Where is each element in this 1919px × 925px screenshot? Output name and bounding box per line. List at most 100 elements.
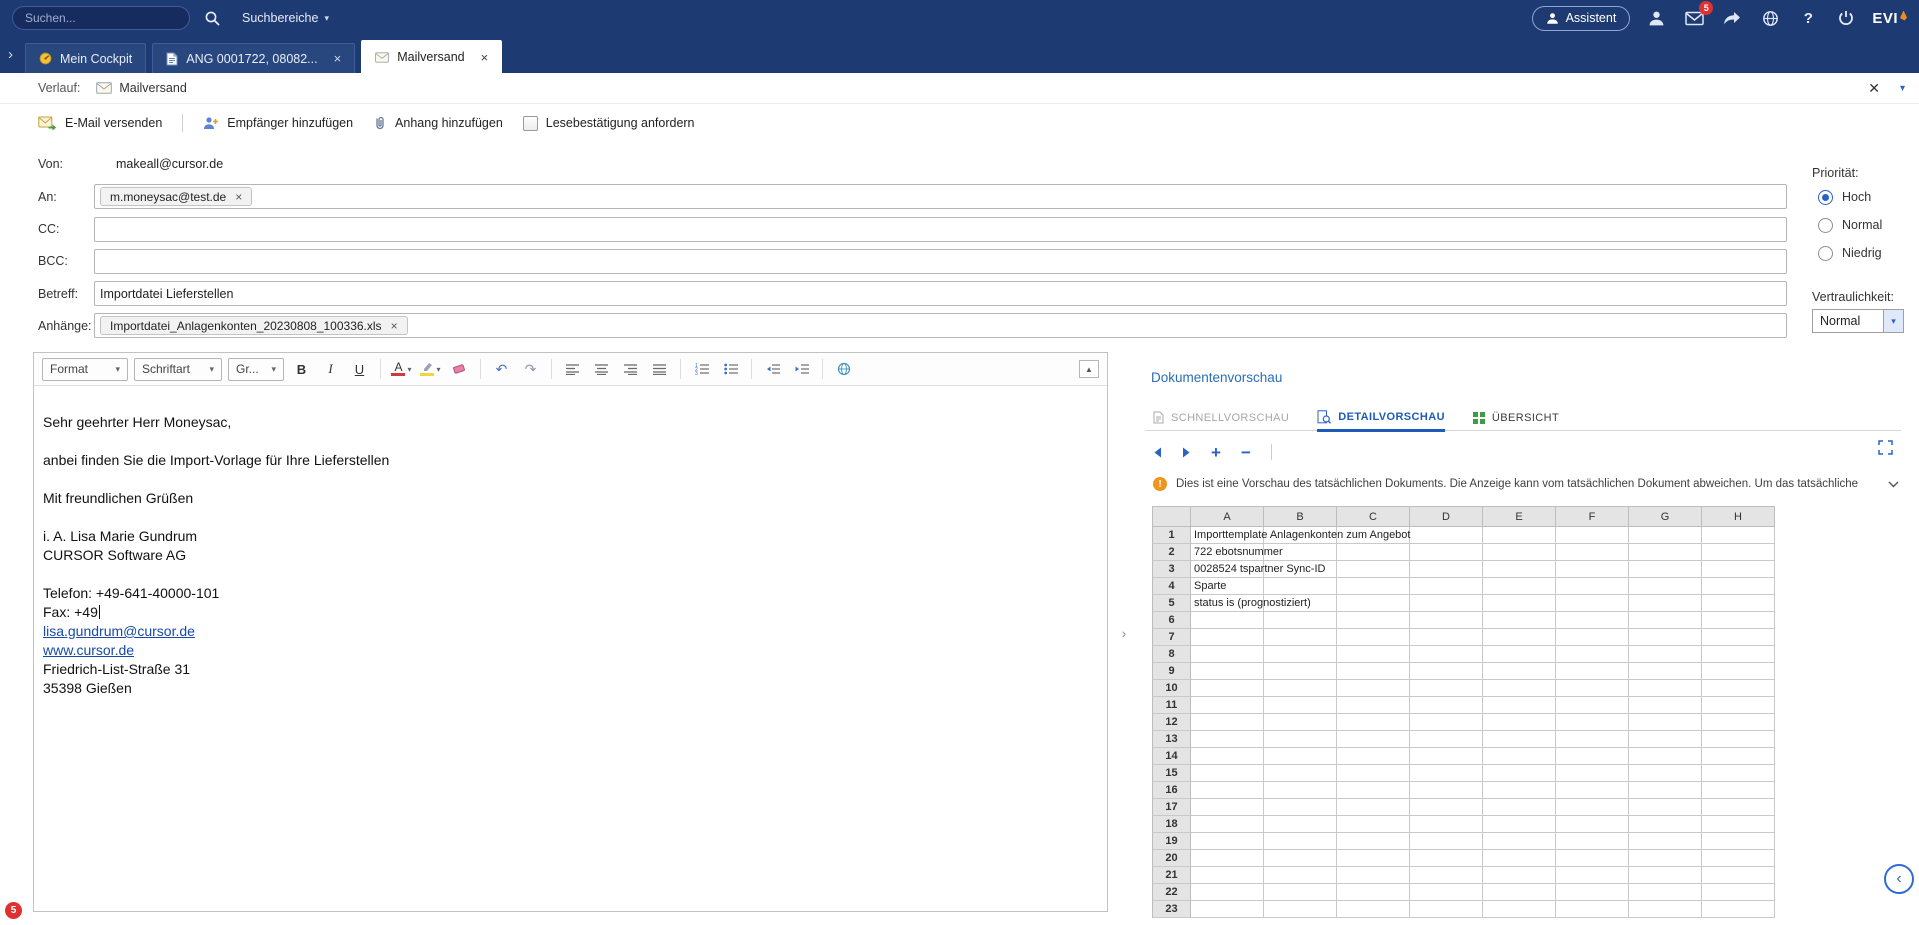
indent-button[interactable] bbox=[790, 358, 813, 380]
bcc-label: BCC: bbox=[38, 254, 68, 268]
subject-field[interactable] bbox=[94, 281, 1787, 306]
size-select[interactable]: Gr...▾ bbox=[228, 358, 284, 381]
sheet-cell bbox=[1556, 561, 1629, 578]
collapse-sidebar-button[interactable]: ‹ bbox=[1884, 864, 1914, 894]
sheet-cell bbox=[1629, 561, 1702, 578]
redo-button[interactable]: ↷ bbox=[519, 358, 542, 380]
cc-field[interactable] bbox=[94, 217, 1787, 242]
history-item[interactable]: Mailversand bbox=[96, 81, 186, 95]
tab-detailvorschau[interactable]: DETAILVORSCHAU bbox=[1317, 410, 1445, 432]
row-header: 17 bbox=[1153, 799, 1191, 816]
sheet-row: 14 bbox=[1153, 748, 1775, 765]
priority-option-hoch[interactable]: Hoch bbox=[1818, 188, 1882, 206]
priority-option-normal[interactable]: Normal bbox=[1818, 216, 1882, 234]
justify-button[interactable] bbox=[648, 358, 671, 380]
link[interactable]: lisa.gundrum@cursor.de bbox=[43, 623, 195, 639]
expand-warning-button[interactable] bbox=[1888, 481, 1899, 488]
to-field[interactable]: m.moneysac@test.de × bbox=[94, 184, 1787, 209]
add-attachment-button[interactable]: Anhang hinzufügen bbox=[373, 116, 503, 131]
sheet-cell bbox=[1410, 833, 1483, 850]
italic-button[interactable]: I bbox=[319, 358, 342, 380]
tab-schnellvorschau[interactable]: SCHNELLVORSCHAU bbox=[1153, 411, 1289, 432]
power-icon[interactable] bbox=[1834, 6, 1858, 30]
tab-angebot[interactable]: ANG 0001722, 08082... × bbox=[152, 43, 355, 73]
notifications-badge[interactable]: 5 bbox=[5, 902, 22, 919]
remove-chip-icon[interactable]: × bbox=[235, 190, 242, 204]
read-receipt-toggle[interactable]: Lesebestätigung anfordern bbox=[523, 116, 695, 131]
close-icon[interactable]: ✕ bbox=[1868, 80, 1880, 97]
align-right-button[interactable] bbox=[619, 358, 642, 380]
tab-mein-cockpit[interactable]: Mein Cockpit bbox=[25, 43, 146, 73]
remove-chip-icon[interactable]: × bbox=[391, 319, 398, 333]
sheet-cell bbox=[1483, 544, 1556, 561]
priority-option-niedrig[interactable]: Niedrig bbox=[1818, 244, 1882, 262]
editor-line: 35398 Gießen bbox=[43, 679, 1095, 698]
outdent-button[interactable] bbox=[761, 358, 784, 380]
contacts-icon[interactable] bbox=[1644, 6, 1668, 30]
sheet-cell bbox=[1556, 714, 1629, 731]
mail-icon[interactable]: 5 bbox=[1682, 6, 1706, 30]
assistant-button[interactable]: Assistent bbox=[1532, 6, 1631, 31]
remove-format-button[interactable] bbox=[448, 358, 471, 380]
eraser-icon bbox=[452, 363, 467, 375]
sheet-cell bbox=[1483, 663, 1556, 680]
email-body-text[interactable]: Sehr geehrter Herr Moneysac,anbei finden… bbox=[34, 386, 1107, 911]
close-tab-icon[interactable]: × bbox=[481, 50, 489, 65]
align-left-button[interactable] bbox=[561, 358, 584, 380]
sheet-cell bbox=[1264, 714, 1337, 731]
sheet-row: 4Sparte bbox=[1153, 578, 1775, 595]
font-select[interactable]: Schriftart▾ bbox=[134, 358, 222, 381]
confidentiality-value: Normal bbox=[1813, 314, 1883, 328]
topbar-right: Assistent 5 ? EVI bbox=[1532, 6, 1907, 31]
chevron-down-icon[interactable]: ▾ bbox=[1883, 310, 1903, 332]
search-scope-dropdown[interactable]: Suchbereiche ▾ bbox=[242, 11, 329, 25]
sheet-cell bbox=[1702, 612, 1775, 629]
sheet-cell bbox=[1410, 748, 1483, 765]
envelope-icon bbox=[375, 52, 389, 63]
format-select[interactable]: Format▾ bbox=[42, 358, 128, 381]
expand-panel-icon[interactable]: › bbox=[8, 46, 13, 63]
row-header: 21 bbox=[1153, 867, 1191, 884]
text-color-button[interactable]: A ▾ bbox=[390, 358, 413, 380]
fullscreen-button[interactable] bbox=[1878, 440, 1893, 455]
ordered-list-button[interactable]: ​123 bbox=[690, 358, 713, 380]
splitter-handle[interactable]: › bbox=[1117, 620, 1131, 646]
tab-mailversand[interactable]: Mailversand × bbox=[361, 40, 502, 73]
align-left-icon bbox=[566, 364, 579, 375]
tab-uebersicht[interactable]: ÜBERSICHT bbox=[1473, 412, 1559, 432]
help-icon[interactable]: ? bbox=[1796, 6, 1820, 30]
search-input[interactable] bbox=[12, 6, 190, 30]
bold-button[interactable]: B bbox=[290, 358, 313, 380]
sheet-cell bbox=[1629, 697, 1702, 714]
globe-icon[interactable] bbox=[1758, 6, 1782, 30]
align-center-button[interactable] bbox=[590, 358, 613, 380]
zoom-in-button[interactable]: + bbox=[1211, 444, 1221, 461]
row-header: 8 bbox=[1153, 646, 1191, 663]
insert-link-button[interactable] bbox=[832, 358, 855, 380]
confidentiality-select[interactable]: Normal ▾ bbox=[1812, 309, 1904, 333]
link[interactable]: www.cursor.de bbox=[43, 642, 134, 658]
bcc-field[interactable] bbox=[94, 249, 1787, 274]
undo-button[interactable]: ↶ bbox=[490, 358, 513, 380]
attachments-field[interactable]: Importdatei_Anlagenkonten_20230808_10033… bbox=[94, 313, 1787, 338]
sheet-cell bbox=[1337, 612, 1410, 629]
fullscreen-icon bbox=[1878, 440, 1893, 455]
underline-button[interactable]: U bbox=[348, 358, 371, 380]
send-email-button[interactable]: E-Mail versenden bbox=[38, 116, 162, 131]
search-scope-label: Suchbereiche bbox=[242, 11, 318, 25]
close-tab-icon[interactable]: × bbox=[334, 51, 342, 66]
chevron-down-icon[interactable]: ▾ bbox=[1900, 83, 1905, 94]
highlight-button[interactable]: ▾ bbox=[419, 358, 442, 380]
collapse-toolbar-button[interactable]: ▲ bbox=[1079, 360, 1099, 378]
share-icon[interactable] bbox=[1720, 6, 1744, 30]
previous-page-button[interactable] bbox=[1153, 447, 1162, 458]
bullet-list-button[interactable] bbox=[719, 358, 742, 380]
zoom-out-button[interactable]: − bbox=[1241, 444, 1251, 461]
search-icon[interactable] bbox=[200, 6, 224, 30]
add-recipient-button[interactable]: Empfänger hinzufügen bbox=[203, 116, 353, 130]
sheet-cell bbox=[1410, 646, 1483, 663]
separator bbox=[680, 359, 681, 379]
next-page-button[interactable] bbox=[1182, 447, 1191, 458]
sheet-cell bbox=[1702, 799, 1775, 816]
sheet-cell bbox=[1629, 646, 1702, 663]
